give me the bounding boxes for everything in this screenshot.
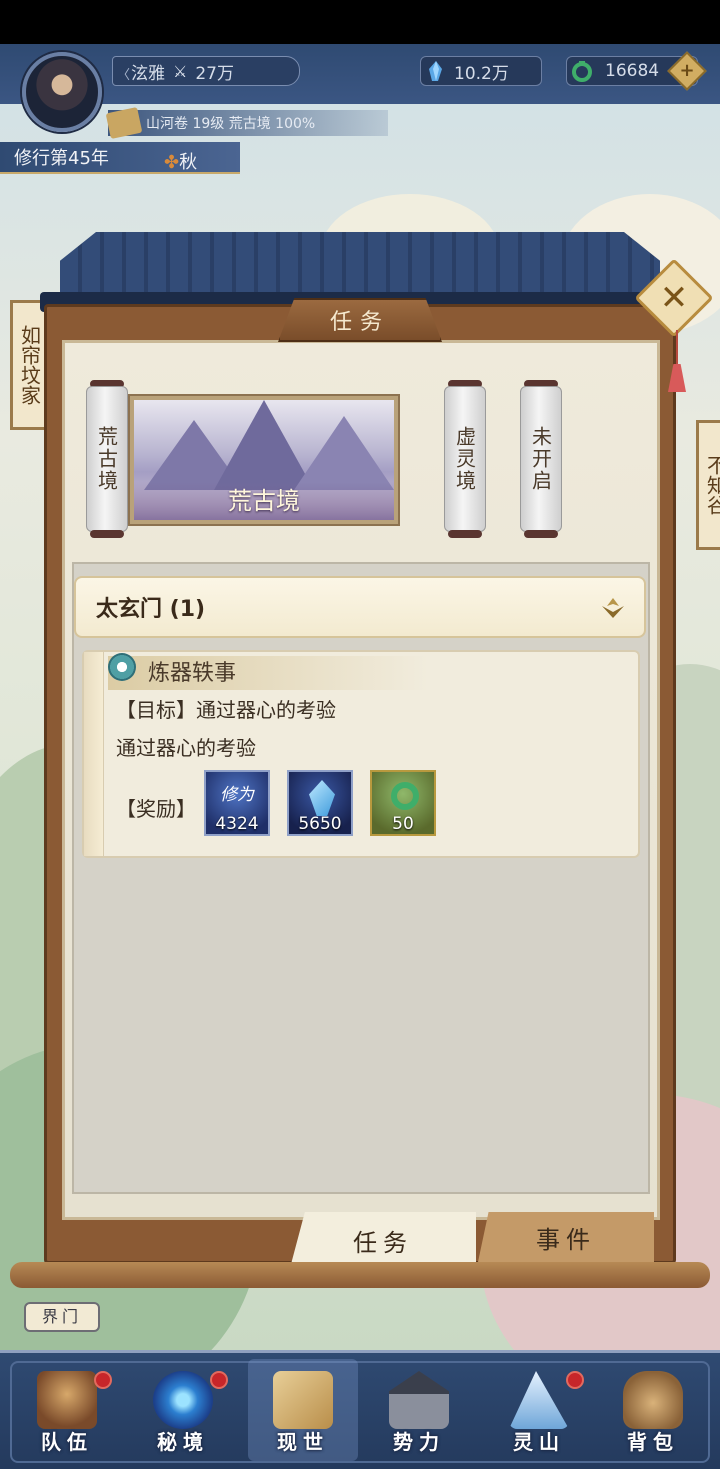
mountain-icon xyxy=(509,1371,569,1429)
sect-name: 太玄门 (1) xyxy=(96,597,206,622)
straw-hat-icon xyxy=(37,1371,97,1429)
status-bar xyxy=(0,0,720,44)
reward-cultivation[interactable]: 修为 4324 xyxy=(204,770,270,836)
spirit-stone-value: 10.2万 xyxy=(454,63,509,84)
sword-power-icon: ⚔ xyxy=(173,61,188,81)
progress-text: 山河卷 19级 荒古境 100% xyxy=(146,116,316,132)
pagoda-icon xyxy=(389,1371,449,1429)
quest-goal: 【目标】通过器心的考验 xyxy=(116,698,336,722)
collapse-chevron-icon[interactable] xyxy=(600,596,626,620)
player-avatar[interactable] xyxy=(22,52,102,132)
season-text: 秋 xyxy=(179,152,198,173)
notification-dot xyxy=(210,1371,228,1389)
tab-events[interactable]: 事件 xyxy=(478,1212,654,1262)
player-name: 泫雅 xyxy=(131,63,165,84)
sect-header[interactable]: 太玄门 (1) xyxy=(74,576,646,638)
player-info-pill[interactable]: 〈 泫雅 ⚔ 27万 xyxy=(112,56,300,86)
nav-faction[interactable]: 势力 xyxy=(364,1359,474,1461)
notification-dot xyxy=(566,1371,584,1389)
maple-leaf-icon: ✤ xyxy=(164,152,180,173)
jade-icon xyxy=(572,61,592,82)
jade-value: 16684 xyxy=(605,61,660,81)
reward-count: 4324 xyxy=(215,814,259,834)
year-text: 修行第45年 xyxy=(14,148,109,169)
power-value: 27万 xyxy=(195,63,234,84)
realm-tab-huanggu[interactable]: 荒古境 xyxy=(84,380,130,538)
location-pin-icon xyxy=(108,653,136,681)
reward-spirit-stone[interactable]: 5650 xyxy=(287,770,353,836)
nav-secret-realm[interactable]: 秘境 xyxy=(128,1359,238,1461)
nav-world[interactable]: 现世 xyxy=(248,1359,358,1461)
ribbon-icon: 〈 xyxy=(117,68,131,83)
panel-title: 任务 xyxy=(278,298,442,342)
reward-count: 50 xyxy=(392,814,414,834)
bottom-nav: 队伍 秘境 现世 势力 灵山 背包 xyxy=(0,1350,720,1469)
map-scroll-icon xyxy=(273,1371,333,1429)
reward-label: 【奖励】 xyxy=(116,797,196,821)
realm-tab-xuling[interactable]: 虚灵境 xyxy=(442,380,488,538)
scroll-icon xyxy=(105,106,143,140)
selected-realm-card[interactable]: 荒古境 xyxy=(130,396,398,524)
progress-ribbon[interactable]: 山河卷 19级 荒古境 100% xyxy=(105,106,388,140)
nav-team[interactable]: 队伍 xyxy=(12,1359,122,1461)
notification-dot xyxy=(94,1371,112,1389)
tassel-decoration xyxy=(668,330,686,394)
realm-tab-locked[interactable]: 未开启 xyxy=(518,380,564,538)
gate-button[interactable]: 界门 xyxy=(24,1302,100,1332)
close-icon: ✕ xyxy=(659,278,689,318)
year-ribbon: 修行第45年 ✤秋 xyxy=(0,142,240,174)
spirit-stone-counter[interactable]: 10.2万 xyxy=(420,56,542,86)
jade-ring-icon xyxy=(391,782,419,810)
reward-cultivation-name: 修为 xyxy=(220,785,254,805)
selected-realm-label: 荒古境 xyxy=(134,482,394,520)
season-indicator: ✤秋 xyxy=(164,148,197,174)
spirit-stone-icon xyxy=(429,61,442,81)
nav-spirit-mountain[interactable]: 灵山 xyxy=(484,1359,594,1461)
jade-counter[interactable]: 16684 + xyxy=(566,51,707,91)
reward-jade[interactable]: 50 xyxy=(370,770,436,836)
tab-quests[interactable]: 任务 xyxy=(290,1212,476,1268)
panel-frame-base xyxy=(10,1262,710,1288)
reward-count: 5650 xyxy=(298,814,342,834)
quest-title: 炼器轶事 xyxy=(148,661,237,686)
crystal-icon xyxy=(309,780,335,816)
nav-bag[interactable]: 背包 xyxy=(598,1359,708,1461)
bag-icon xyxy=(623,1371,683,1429)
vortex-icon xyxy=(153,1371,213,1429)
quest-description: 通过器心的考验 xyxy=(116,736,256,760)
right-map-scroll[interactable]: 不知谷 xyxy=(696,420,720,550)
